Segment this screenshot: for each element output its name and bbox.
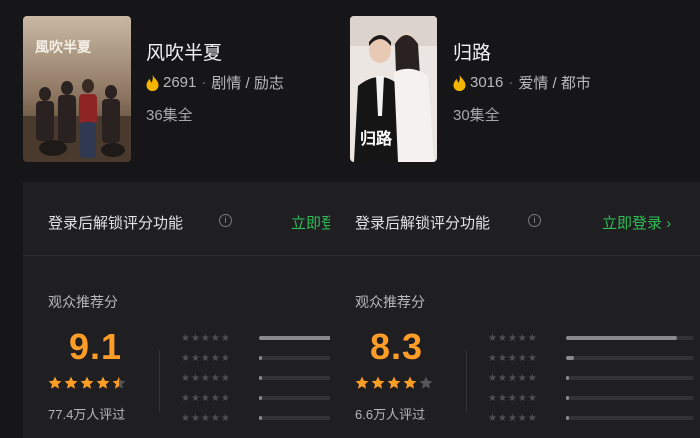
mini-stars-icon: ★★★★★ [488,392,538,404]
poster-art: 归路 [350,16,437,162]
mini-stars-icon: ★★★★★ [181,332,231,344]
show-meta: 2691 · 剧情 / 励志 [146,72,284,93]
distribution-bar [566,416,694,420]
score-value: 9.1 [69,326,123,367]
genre-text: 剧情 / 励志 [211,75,284,92]
unlock-rating-text: 登录后解锁评分功能 [48,215,184,232]
flame-icon [146,74,159,91]
star-icon [112,376,126,389]
unlock-rating-text: 登录后解锁评分功能 [355,215,491,232]
distribution-bar [566,376,694,380]
mini-stars-icon: ★★★★★ [181,412,231,424]
star-rating [355,376,433,390]
poster-image[interactable]: 風吹半夏 [23,16,131,162]
star-icon [80,376,94,389]
audience-score-label: 观众推荐分 [355,294,425,310]
poster-image[interactable]: 归路 [350,16,437,162]
mini-stars-icon: ★★★★★ [488,352,538,364]
show-card[interactable]: 風吹半夏 风吹半夏 2691 · 剧情 / 励志 36集全 [23,16,323,162]
star-icon [355,376,369,389]
info-icon[interactable]: i [219,214,232,227]
star-icon [48,376,62,389]
genre-text: 爱情 / 都市 [518,75,591,92]
distribution-row: ★★★★★ [488,372,694,384]
distribution-bar-fill [566,336,677,340]
distribution-bar-fill [566,376,569,380]
distribution-row: ★★★★★ [488,392,694,404]
divider [159,350,160,412]
distribution-row: ★★★★★ [488,412,694,424]
star-icon [96,376,110,389]
distribution-bar-fill [259,376,262,380]
mini-stars-icon: ★★★★★ [488,332,538,344]
show-meta: 3016 · 爱情 / 都市 [453,72,591,93]
meta-separator: · [508,74,514,91]
show-card[interactable]: 归路 归路 3016 · 爱情 / 都市 30集全 [350,16,680,162]
show-title[interactable]: 归路 [453,38,491,65]
unlock-row: 登录后解锁评分功能 i 立即登录 › [330,182,700,256]
mini-stars-icon: ★★★★★ [488,412,538,424]
heat-value: 3016 [470,74,504,91]
heat-value: 2691 [163,74,197,91]
star-icon [403,376,417,389]
mini-stars-icon: ★★★★★ [181,372,231,384]
distribution-row: ★★★★★ [488,332,694,344]
distribution-row: ★★★★★ [488,352,694,364]
star-rating [48,376,126,390]
star-icon [419,376,433,389]
star-icon [64,376,78,389]
poster-title-text: 風吹半夏 [35,39,92,56]
star-icon [387,376,401,389]
show-title[interactable]: 风吹半夏 [146,38,222,65]
distribution-bar-fill [566,416,569,420]
distribution-bar-fill [566,396,569,400]
distribution-bar-fill [259,416,262,420]
divider [466,350,467,412]
poster-art: 風吹半夏 [23,16,131,162]
distribution-bar [566,356,694,360]
episode-count: 36集全 [146,107,193,124]
episode-count: 30集全 [453,107,500,124]
mini-stars-icon: ★★★★★ [181,352,231,364]
distribution-bar-fill [259,396,262,400]
rating-panel: 登录后解锁评分功能 i 立即登录 › 观众推荐分 8.3 6.6万人评过 ★★★… [330,182,700,438]
poster-title-text: 归路 [360,129,393,148]
show-cards-area: 風吹半夏 风吹半夏 2691 · 剧情 / 励志 36集全 归路 归路 3016… [0,0,700,180]
login-link[interactable]: 立即登录 › [602,212,671,233]
distribution-bar-fill [259,356,262,360]
distribution-bar [566,396,694,400]
distribution-bar [566,336,694,340]
mini-stars-icon: ★★★★★ [488,372,538,384]
distribution-bar-fill [566,356,574,360]
audience-score-label: 观众推荐分 [48,294,118,310]
review-count: 77.4万人评过 [48,407,126,422]
mini-stars-icon: ★★★★★ [181,392,231,404]
rating-panel: 登录后解锁评分功能 i 立即登录 观众推荐分 9.1 77.4万人评过 ★★★★… [23,182,359,438]
unlock-row: 登录后解锁评分功能 i 立即登录 [23,182,353,256]
review-count: 6.6万人评过 [355,407,426,422]
flame-icon [453,74,466,91]
star-icon [371,376,385,389]
score-value: 8.3 [370,326,424,367]
meta-separator: · [201,74,207,91]
info-icon[interactable]: i [528,214,541,227]
